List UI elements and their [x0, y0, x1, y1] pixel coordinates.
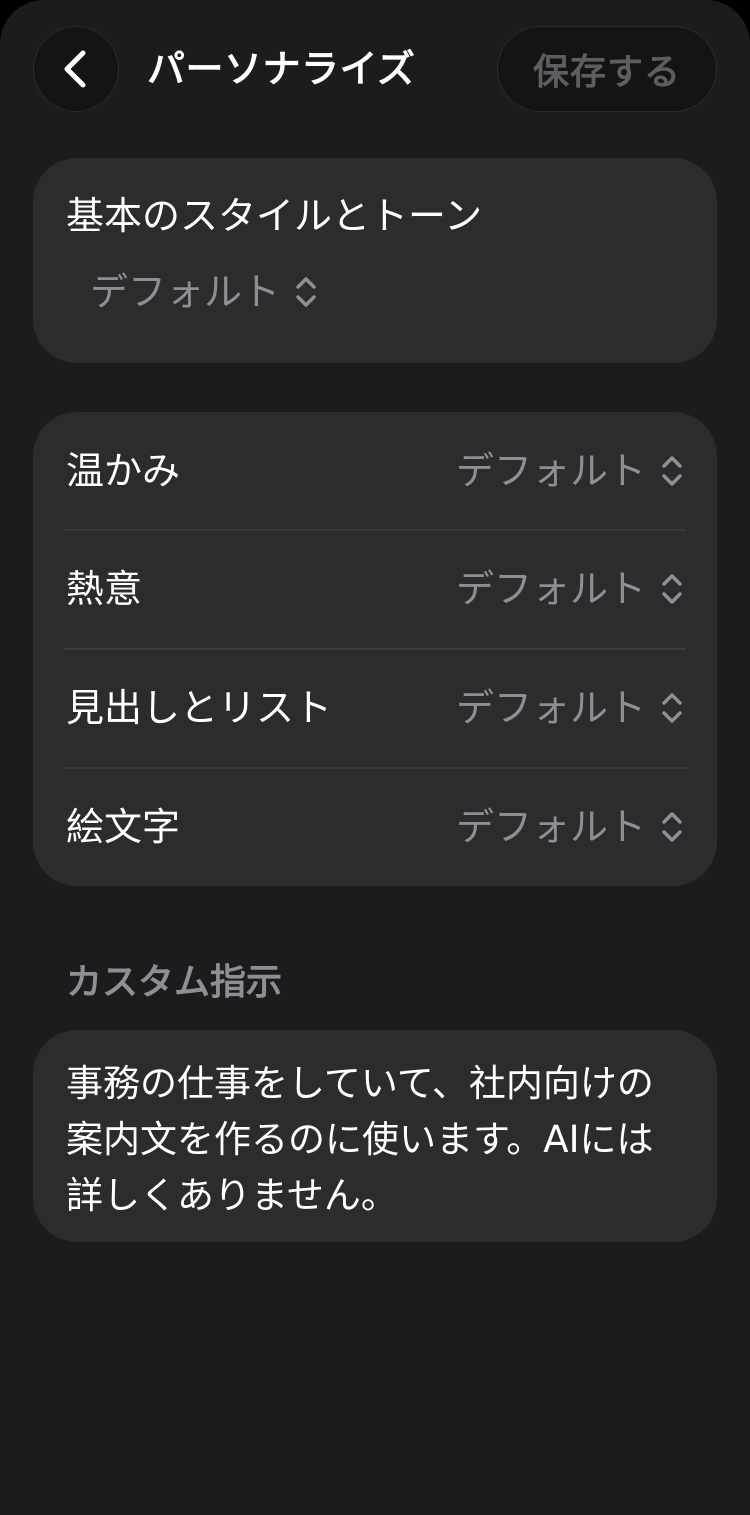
personalize-screen: パーソナライズ 保存する 基本のスタイルとトーン デフォルト 温かみ デフォルト	[0, 0, 750, 1515]
chevron-up-down-icon	[660, 453, 684, 489]
header: パーソナライズ 保存する	[0, 0, 750, 140]
settings-row-select[interactable]: デフォルト	[456, 447, 684, 495]
chevron-left-icon	[61, 49, 91, 89]
chevron-up-down-icon	[660, 571, 684, 607]
chevron-up-down-icon	[294, 274, 318, 310]
settings-row-value: デフォルト	[455, 805, 646, 849]
page-title: パーソナライズ	[147, 47, 416, 91]
back-button[interactable]	[33, 26, 119, 112]
settings-row-enthusiasm[interactable]: 熱意 デフォルト	[33, 530, 717, 648]
chevron-up-down-icon	[660, 809, 684, 845]
custom-instructions-text[interactable]: 事務の仕事をしていて、社内向けの案内文を作るのに使います。AIには詳しくありませ…	[66, 1056, 686, 1224]
settings-row-value: デフォルト	[455, 686, 646, 730]
settings-row-select[interactable]: デフォルト	[456, 803, 684, 851]
custom-instructions-title: カスタム指示	[66, 962, 283, 1003]
base-style-select[interactable]: デフォルト	[90, 268, 318, 316]
settings-row-label: 見出しとリスト	[66, 686, 333, 730]
base-style-value: デフォルト	[90, 270, 281, 314]
chevron-up-down-icon	[660, 690, 684, 726]
settings-row-label: 温かみ	[66, 449, 181, 493]
base-style-label: 基本のスタイルとトーン	[66, 194, 483, 238]
settings-row-select[interactable]: デフォルト	[456, 684, 684, 732]
custom-instructions-field[interactable]: 事務の仕事をしていて、社内向けの案内文を作るのに使います。AIには詳しくありませ…	[33, 1030, 717, 1242]
settings-row-headings-lists[interactable]: 見出しとリスト デフォルト	[33, 649, 717, 767]
settings-card: 温かみ デフォルト 熱意 デフォルト 見出しとリスト デフォルト 絵文字 デフォ…	[33, 412, 717, 886]
settings-row-select[interactable]: デフォルト	[456, 565, 684, 613]
save-button[interactable]: 保存する	[497, 26, 717, 112]
settings-row-label: 熱意	[66, 567, 143, 611]
settings-row-warmth[interactable]: 温かみ デフォルト	[33, 412, 717, 530]
settings-row-value: デフォルト	[455, 567, 646, 611]
settings-row-emoji[interactable]: 絵文字 デフォルト	[33, 768, 717, 886]
settings-row-value: デフォルト	[455, 449, 646, 493]
settings-row-label: 絵文字	[66, 805, 181, 849]
base-style-card: 基本のスタイルとトーン デフォルト	[33, 158, 717, 363]
